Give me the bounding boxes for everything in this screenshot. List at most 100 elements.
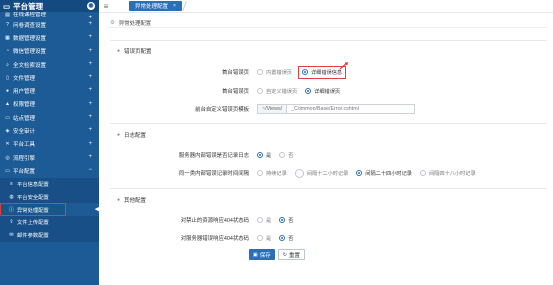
section-title: 其他配置	[124, 198, 147, 204]
radio-server-error-404-yes[interactable]: 是	[257, 235, 271, 242]
radio-circle	[279, 152, 286, 158]
save-button[interactable]: ▣ 保存	[249, 249, 275, 260]
radio-circle	[257, 170, 263, 176]
radio-circle	[356, 170, 363, 176]
file-icon: ▯	[6, 74, 9, 81]
expand-icon: +	[88, 140, 92, 147]
sidebar-item-label: 流程引擎	[13, 155, 36, 162]
sidebar-item[interactable]: ▭ 站点管理 +	[0, 111, 99, 124]
expand-icon: +	[88, 87, 92, 94]
flow-icon: ◎	[5, 154, 10, 161]
radio-server-error-404-no[interactable]: 否	[279, 235, 293, 242]
radio-continuous[interactable]: 持续记录	[257, 170, 287, 177]
search-icon: ⌕	[6, 61, 9, 68]
active-pointer-icon: ◀	[94, 206, 99, 214]
radio-detailed-error-page[interactable]: 详细错误页	[305, 88, 340, 95]
field-label: 首台错误页	[222, 70, 249, 76]
row-log-2: 同一类内部错误记录时间间隔 持续记录 间隔十二小时记录 间隔二十四小时记录 间隔…	[107, 167, 547, 179]
row-log-1: 服务器内部错误是否记录日志 是 否	[107, 149, 547, 161]
tab-label: 异常处理配置	[135, 4, 169, 10]
sidebar-subitem[interactable]: ✉ 邮件参数配置	[0, 228, 99, 242]
sidebar-item-label: 权限管理	[13, 102, 36, 109]
wrench-icon: ✕	[5, 141, 10, 148]
radio-label: 否	[288, 235, 294, 242]
section-title: 日志配置	[124, 133, 147, 139]
template-path-input[interactable]: _Common/Base/Error.cshtml	[287, 104, 416, 114]
expand-icon: +	[88, 74, 92, 81]
field-label: 首台错误页	[222, 89, 249, 95]
sidebar-item[interactable]: ▲ 权限管理 +	[0, 98, 99, 111]
gear-icon: ⚙	[110, 19, 115, 26]
radio-circle	[294, 168, 304, 178]
sidebar-item[interactable]: ▭ 平台配置 −	[0, 164, 99, 177]
tab-exception-config[interactable]: 异常处理配置 ×	[129, 1, 182, 11]
radio-detailed-error-info[interactable]: 详细错误信息	[297, 65, 347, 79]
radio-forbidden-404-yes[interactable]: 是	[257, 217, 271, 224]
tab-separator	[182, 1, 196, 11]
radio-log-yes[interactable]: 是	[257, 152, 271, 159]
radio-forbidden-404-no[interactable]: 否	[279, 217, 293, 224]
reset-button[interactable]: ↻ 重置	[277, 249, 305, 260]
radio-48h[interactable]: 间隔四十八小时记录	[419, 170, 476, 177]
reset-label: 重置	[288, 252, 300, 259]
sidebar-item[interactable]: ◔ 微信管理设置 +	[0, 45, 99, 58]
sidebar: ▭ 平台管理 ◉ ▤ 在线课程管理 +? 问卷调查设置 + ▦ 数据管理设置 + ◔ 微信管理设置…	[0, 0, 99, 285]
radio-circle	[279, 217, 286, 223]
radio-12h[interactable]: 间隔十二小时记录	[294, 168, 349, 178]
radio-label: 自定义错误页	[266, 88, 298, 95]
row-error-page-1: 首台错误页 内置错误页 详细错误信息	[107, 65, 547, 79]
radio-custom-error-page[interactable]: 自定义错误页	[257, 88, 297, 95]
radio-label: 详细错误页	[314, 88, 341, 95]
sidebar-item-label: 问卷调查设置	[13, 22, 47, 29]
radio-log-no[interactable]: 否	[279, 152, 293, 159]
sidebar-item-label: 站点管理	[13, 115, 36, 122]
radio-24h[interactable]: 间隔二十四小时记录	[356, 170, 412, 177]
radio-builtin-error-page[interactable]: 内置错误页	[257, 69, 292, 76]
topbar: ≡ 异常处理配置 ×	[99, 0, 553, 13]
section-divider	[110, 188, 547, 189]
sidebar-toggle-icon[interactable]: ◉	[87, 2, 95, 10]
expand-icon: +	[88, 100, 92, 107]
field-label: 对禁止的资源响应404状态码	[180, 218, 249, 224]
sidebar-item[interactable]: ✕ 平台工具 +	[0, 138, 99, 151]
sidebar-subitem-label: 平台安全配置	[17, 194, 49, 201]
row-other-1: 对禁止的资源响应404状态码 是 否	[107, 214, 547, 226]
radio-label: 间隔十二小时记录	[306, 170, 349, 177]
radio-circle	[257, 69, 263, 75]
menu-icon[interactable]: ≡	[99, 0, 113, 13]
security-icon: ◍	[9, 193, 14, 200]
sidebar-subitem-label: 邮件参数配置	[17, 233, 49, 240]
radio-circle	[257, 217, 263, 223]
user-icon: ●	[5, 88, 10, 95]
radio-label: 间隔四十八小时记录	[428, 170, 476, 177]
expand-icon: +	[88, 127, 92, 134]
sidebar-item[interactable]: ◈ 安全审计 +	[0, 124, 99, 137]
sidebar-subitem[interactable]: ◍ 平台安全配置	[0, 190, 99, 204]
sidebar-subitem[interactable]: ⓘ 异常处理配置 ◀	[0, 203, 99, 216]
radio-circle	[257, 152, 263, 158]
sidebar-subitem-label: 异常处理配置	[17, 207, 49, 214]
monitor-icon: ▭	[3, 1, 11, 11]
sidebar-subitem-label: 平台信息配置	[17, 181, 49, 188]
row-error-template: 前台自定义错误页模板 ~/Views/ _Common/Base/Error.c…	[107, 103, 547, 115]
field-label: 服务器内部错误是否记录日志	[178, 153, 249, 159]
sidebar-item[interactable]: ▦ 数据管理设置 +	[0, 31, 99, 44]
section-log-title: ● 日志配置	[117, 131, 146, 139]
sidebar-item[interactable]: ◎ 流程引擎 +	[0, 151, 99, 164]
close-icon[interactable]: ×	[173, 3, 176, 9]
sidebar-item[interactable]: ● 用户管理 +	[0, 84, 99, 97]
section-divider	[110, 123, 547, 124]
sidebar-item-label: 文件管理	[13, 75, 36, 82]
field-label: 前台自定义错误页模板	[195, 107, 249, 113]
sidebar-item[interactable]: ⌕ 全文检索设置 +	[0, 58, 99, 71]
sidebar-item-label: 数据管理设置	[13, 35, 47, 42]
sidebar-subitem[interactable]: ⇪ 文件上传配置	[0, 215, 99, 229]
section-title: 错误页配置	[124, 49, 152, 55]
upload-icon: ⇪	[9, 219, 14, 226]
radio-label: 内置错误页	[266, 69, 292, 76]
section-divider	[110, 40, 547, 41]
config-icon: ▭	[5, 167, 10, 174]
sidebar-subitem[interactable]: ≡ 平台信息配置	[0, 177, 99, 191]
sidebar-item[interactable]: ▯ 文件管理 +	[0, 71, 99, 84]
sidebar-item[interactable]: ? 问卷调查设置 +	[0, 18, 99, 31]
